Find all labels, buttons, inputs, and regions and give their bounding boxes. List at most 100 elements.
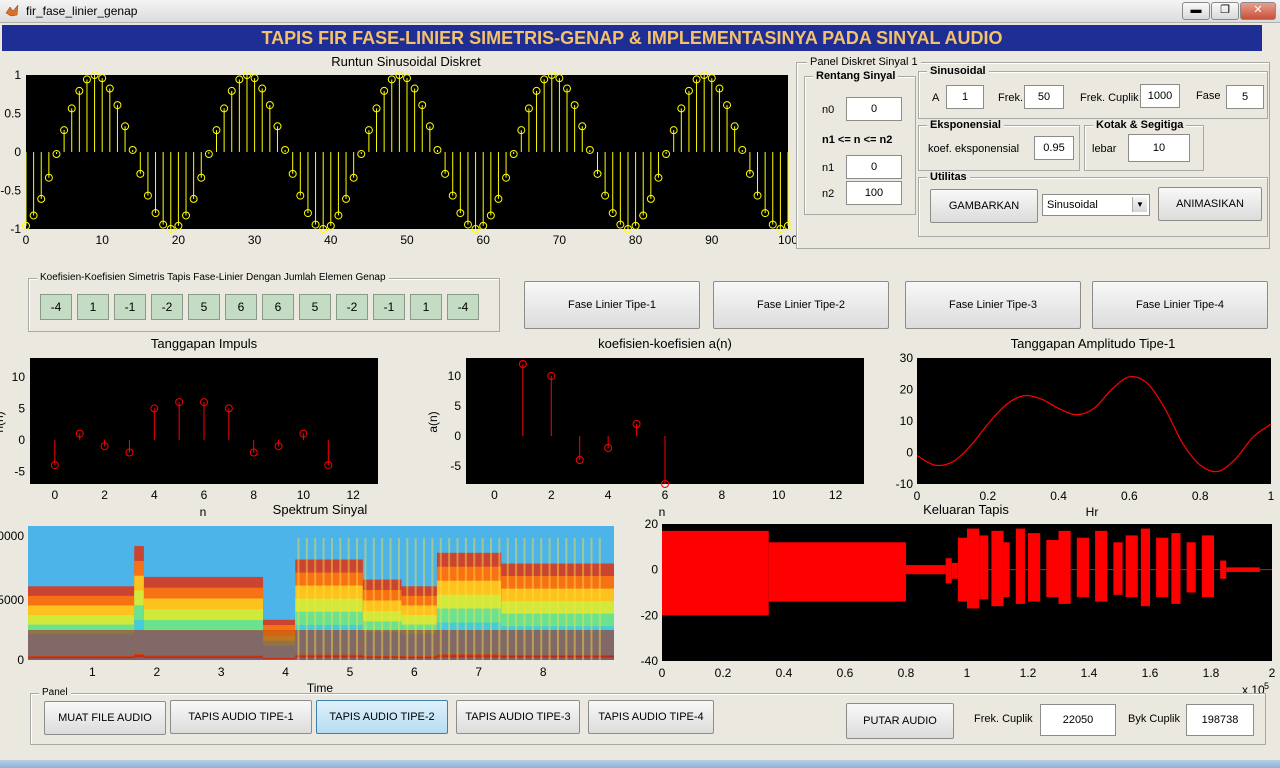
tapis-audio-tipe-2-button[interactable]: TAPIS AUDIO TIPE-2 — [316, 700, 448, 734]
fase-label: Fase — [1196, 90, 1221, 102]
sine-ytick: -1 — [10, 222, 21, 236]
coef-cell[interactable]: -2 — [151, 294, 183, 320]
coef-panel-title: Koefisien-Koefisien Simetris Tapis Fase-… — [37, 272, 389, 283]
lebar-field[interactable]: 10 — [1128, 134, 1190, 162]
tapis-audio-tipe-3-button[interactable]: TAPIS AUDIO TIPE-3 — [456, 700, 580, 734]
output-envelope — [967, 528, 980, 609]
byk-cuplik-field[interactable]: 198738 — [1186, 704, 1254, 736]
tapis-audio-tipe-1-button[interactable]: TAPIS AUDIO TIPE-1 — [170, 700, 312, 734]
coef-cell[interactable]: -1 — [373, 294, 405, 320]
spectrum-low-band — [28, 630, 614, 660]
kotak-title: Kotak & Segitiga — [1093, 119, 1187, 131]
utilitas-title: Utilitas — [927, 171, 970, 183]
koef-eksponensial-field[interactable]: 0.95 — [1034, 136, 1074, 160]
spectrum-xtick: 6 — [411, 665, 418, 679]
impulse-xtick: 10 — [297, 488, 311, 502]
output-envelope — [1095, 530, 1108, 602]
impulse-xlabel: n — [200, 505, 207, 519]
an-ytick: 10 — [448, 369, 462, 383]
impulse-plot: 0 2 4 6 8 10 12 10 5 0 -5 n h(n) — [0, 358, 378, 519]
fase-linier-tipe-3-button[interactable]: Fase Linier Tipe-3 — [905, 281, 1081, 329]
eksponensial-title: Eksponensial — [927, 119, 1004, 131]
spectrum-xtick: 8 — [540, 665, 547, 679]
impulse-xtick: 0 — [52, 488, 59, 502]
sine-xtick: 20 — [172, 233, 186, 247]
output-envelope — [1076, 537, 1089, 598]
spectrum-plot: 123456781000050000Time — [0, 526, 614, 695]
a-field[interactable]: 1 — [946, 85, 984, 109]
sine-ytick: 0.5 — [4, 107, 21, 121]
taskbar — [0, 760, 1280, 768]
signal-type-select[interactable]: Sinusoidal ▼ — [1042, 194, 1150, 216]
coef-cell[interactable]: 5 — [299, 294, 331, 320]
amp-xtick: 0.8 — [1192, 489, 1209, 503]
close-icon[interactable]: ✕ — [1240, 2, 1276, 20]
coef-cell[interactable]: 1 — [410, 294, 442, 320]
an-xtick: 0 — [491, 488, 498, 502]
output-envelope — [991, 530, 1004, 607]
output-plot-title: Keluaran Tapis — [923, 502, 1009, 517]
chevron-down-icon[interactable]: ▼ — [1132, 197, 1147, 212]
fase-linier-tipe-2-button[interactable]: Fase Linier Tipe-2 — [713, 281, 889, 329]
frek-cuplik-audio-field[interactable]: 22050 — [1040, 704, 1116, 736]
sine-plot: 0 10 20 30 40 50 60 70 80 90 10010.50-0.5-1 — [0, 68, 798, 247]
an-xtick: 10 — [772, 488, 786, 502]
gambarkan-button[interactable]: GAMBARKAN — [930, 189, 1038, 223]
output-envelope — [1028, 533, 1041, 602]
output-envelope — [1186, 542, 1196, 593]
spectrum-ytick: 10000 — [0, 529, 24, 543]
coef-cell[interactable]: 6 — [262, 294, 294, 320]
coef-cell[interactable]: 6 — [225, 294, 257, 320]
spectrum-xtick: 1 — [89, 665, 96, 679]
n1-field[interactable]: 0 — [846, 155, 902, 179]
output-ytick: -20 — [641, 608, 659, 622]
muat-file-audio-button[interactable]: MUAT FILE AUDIO — [44, 701, 166, 735]
range-condition: n1 <= n <= n2 — [822, 134, 893, 146]
fase-linier-tipe-4-button[interactable]: Fase Linier Tipe-4 — [1092, 281, 1268, 329]
output-envelope — [979, 535, 989, 600]
minimize-icon[interactable]: ▬ — [1182, 2, 1210, 20]
impulse-ytick: 0 — [18, 433, 25, 447]
coef-cell[interactable]: 1 — [77, 294, 109, 320]
maximize-icon[interactable]: ❐ — [1211, 2, 1239, 20]
coef-cell[interactable]: -2 — [336, 294, 368, 320]
output-xtick: 0.4 — [776, 666, 793, 680]
n0-field[interactable]: 0 — [846, 97, 902, 121]
coef-cell[interactable]: -4 — [447, 294, 479, 320]
output-envelope — [662, 530, 769, 616]
tapis-audio-tipe-4-button[interactable]: TAPIS AUDIO TIPE-4 — [588, 700, 714, 734]
spectrum-xtick: 3 — [218, 665, 225, 679]
putar-audio-button[interactable]: PUTAR AUDIO — [846, 703, 954, 739]
output-envelope — [768, 542, 906, 602]
sine-ytick: 1 — [14, 68, 21, 82]
frek-cuplik-audio-label: Frek. Cuplik — [974, 713, 1033, 725]
sine-xtick: 60 — [477, 233, 491, 247]
rentang-title: Rentang Sinyal — [813, 70, 899, 82]
bottom-panel-title: Panel — [39, 687, 71, 698]
fase-linier-tipe-1-button[interactable]: Fase Linier Tipe-1 — [524, 281, 700, 329]
impulse-xtick: 8 — [250, 488, 257, 502]
animasikan-button[interactable]: ANIMASIKAN — [1158, 187, 1262, 221]
impulse-plot-title: Tanggapan Impuls — [150, 336, 258, 351]
amp-plot-title: Tanggapan Amplitudo Tipe-1 — [1010, 336, 1176, 351]
sinusoidal-title: Sinusoidal — [927, 65, 989, 77]
n2-field[interactable]: 100 — [846, 181, 902, 205]
output-envelope — [1015, 528, 1025, 604]
impulse-ylabel: h(n) — [0, 411, 6, 432]
coef-cell[interactable]: 5 — [188, 294, 220, 320]
output-xtick: 1.2 — [1020, 666, 1037, 680]
an-plot: 0 2 4 6 8 10 12 10 5 0 -5 n a(n) — [426, 358, 864, 519]
coef-cell[interactable]: -4 — [40, 294, 72, 320]
an-plot-title: koefisien-koefisien a(n) — [598, 336, 732, 351]
frek-field[interactable]: 50 — [1024, 85, 1064, 109]
output-envelope — [1046, 539, 1059, 598]
frek-cuplik-field[interactable]: 1000 — [1140, 84, 1180, 108]
impulse-ytick: 5 — [18, 401, 25, 415]
spectrum-xtick: 5 — [347, 665, 354, 679]
sine-xtick: 0 — [23, 233, 30, 247]
fase-field[interactable]: 5 — [1226, 85, 1264, 109]
spectrum-plot-title: Spektrum Sinyal — [272, 502, 368, 517]
signal-type-value: Sinusoidal — [1047, 199, 1098, 211]
sine-xtick: 50 — [400, 233, 414, 247]
coef-cell[interactable]: -1 — [114, 294, 146, 320]
